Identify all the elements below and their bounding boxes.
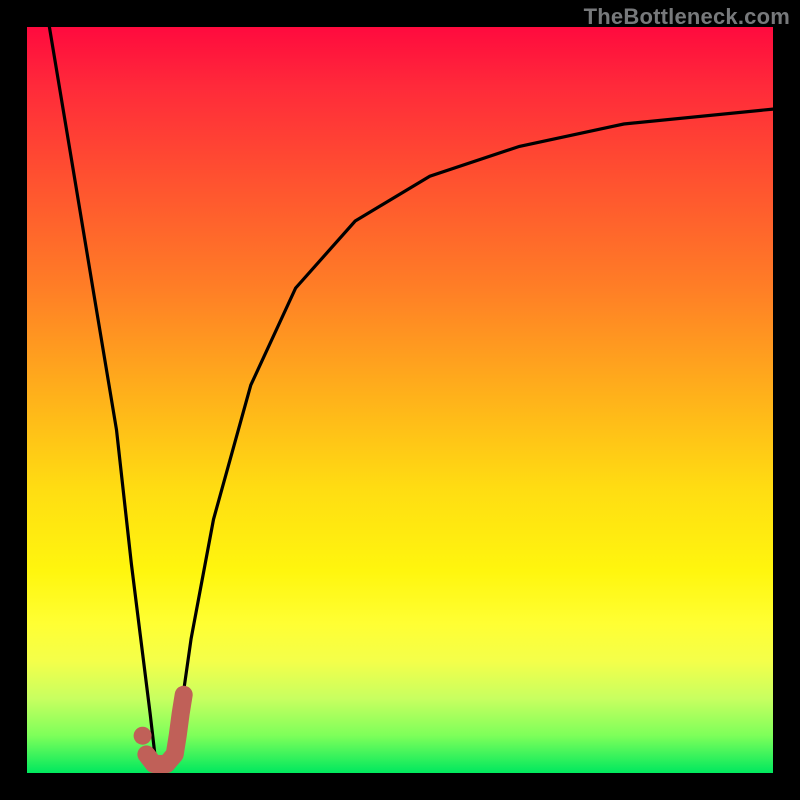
chart-svg bbox=[27, 27, 773, 773]
bottleneck-curve-left bbox=[49, 27, 155, 758]
bottleneck-curve-right bbox=[176, 109, 773, 743]
j-marker-dot bbox=[134, 727, 152, 745]
plot-area bbox=[27, 27, 773, 773]
chart-frame: TheBottleneck.com bbox=[0, 0, 800, 800]
